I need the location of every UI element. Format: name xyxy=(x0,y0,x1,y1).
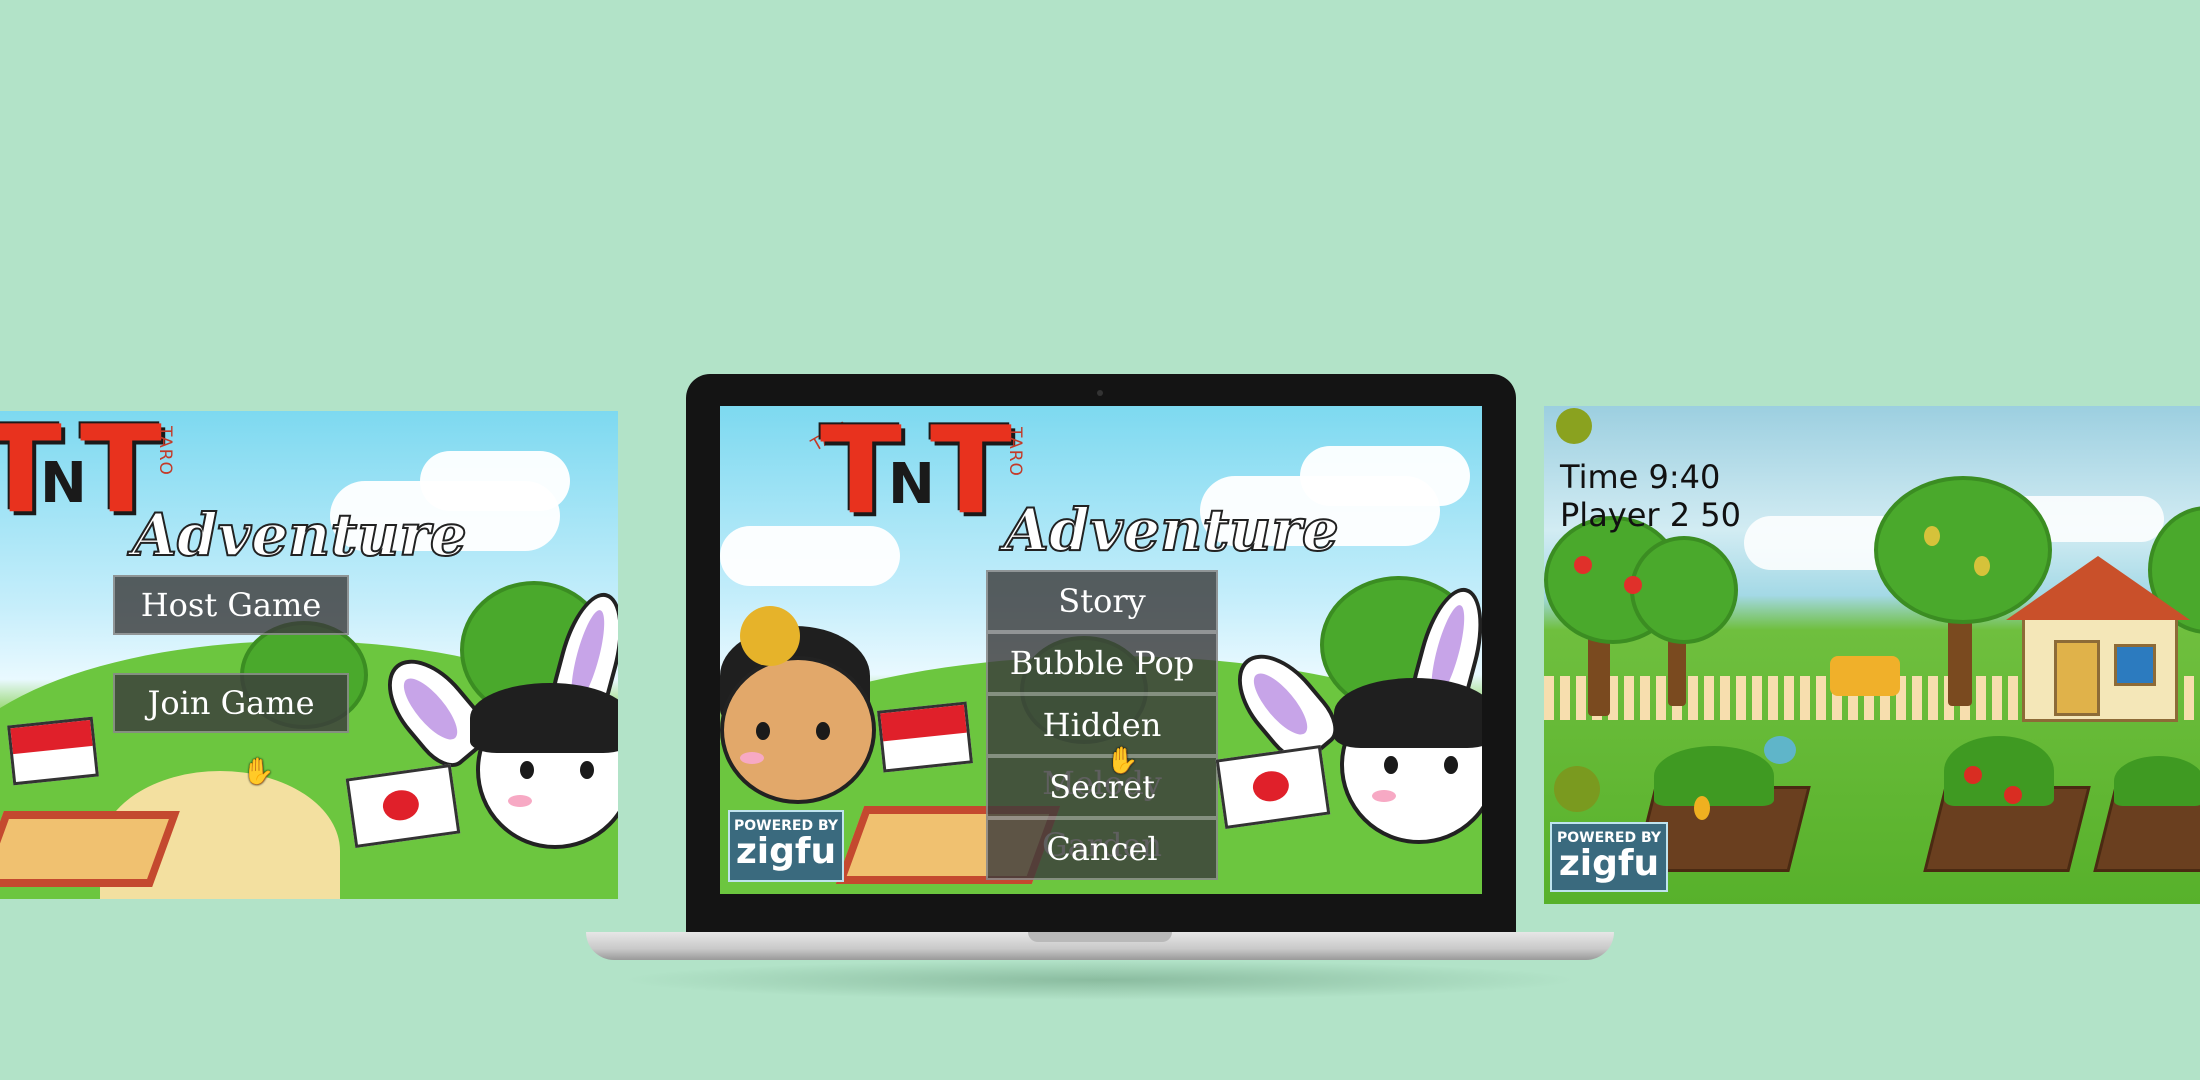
watering-can-icon xyxy=(1764,736,1796,764)
logo-letter-n: N xyxy=(888,452,935,517)
durian-icon xyxy=(1556,408,1592,444)
tomato-plant xyxy=(1944,736,2054,806)
japan-flag-icon xyxy=(1215,744,1331,830)
eye xyxy=(1444,756,1458,774)
left-game-screen: T N T TARO Adventure Host Game Join Game… xyxy=(0,411,618,899)
japan-flag-icon xyxy=(345,763,461,849)
logo-taro-text: TARO xyxy=(1004,427,1025,477)
blush xyxy=(1372,790,1396,802)
pear-icon xyxy=(1924,526,1940,546)
girl-character xyxy=(720,656,876,804)
indonesia-flag-icon xyxy=(7,716,99,786)
zigfu-logo: zigfu xyxy=(1558,843,1660,884)
hibiscus-flower-icon xyxy=(740,606,800,666)
durian-icon xyxy=(1554,766,1600,812)
wheelbarrow-icon xyxy=(1830,656,1900,696)
hand-cursor-icon: ✋ xyxy=(242,757,275,787)
boy-hair xyxy=(1334,678,1482,748)
pear-tree xyxy=(1630,536,1738,644)
timer-text: Time 9:40 xyxy=(1560,458,1721,496)
logo-taro-text: TARO xyxy=(154,426,175,476)
indonesia-flag-icon xyxy=(877,701,973,773)
house-window xyxy=(2114,644,2156,686)
tomato-icon xyxy=(2004,786,2022,804)
apple-icon xyxy=(1574,556,1592,574)
logo-adventure-text: Adventure xyxy=(131,500,468,570)
house-door xyxy=(2054,640,2100,716)
right-game-screen: Time 9:40 Player 2 50 POWERED BY zigfu xyxy=(1544,406,2200,904)
player-score-text: Player 2 50 xyxy=(1560,496,1741,534)
hand-cursor-icon: ✋ xyxy=(1106,746,1139,776)
apple-icon xyxy=(1624,576,1642,594)
story-button[interactable]: Story xyxy=(986,570,1218,632)
blush xyxy=(740,752,764,764)
logo-adventure-text: Adventure xyxy=(1003,495,1340,565)
blush xyxy=(508,795,532,807)
webcam-icon xyxy=(1097,390,1103,396)
eye xyxy=(756,722,770,740)
zigfu-logo: zigfu xyxy=(735,831,837,872)
bubble-pop-button[interactable]: Bubble Pop xyxy=(986,632,1218,694)
boy-hair xyxy=(470,683,618,753)
center-game-screen: TATA T N T TARO Adventure Story Bubble P… xyxy=(720,406,1482,894)
laptop-notch xyxy=(1028,932,1172,942)
house-roof xyxy=(2006,556,2190,620)
tomato-icon xyxy=(1964,766,1982,784)
secret-garden-button[interactable]: Secret Garden xyxy=(986,756,1218,864)
zigfu-badge: POWERED BY zigfu xyxy=(728,810,844,882)
pear-icon xyxy=(1974,556,1990,576)
pepper-icon xyxy=(1694,796,1710,820)
zigfu-badge: POWERED BY zigfu xyxy=(1550,822,1668,892)
laptop-shadow xyxy=(620,960,1580,1000)
eye xyxy=(816,722,830,740)
host-game-button[interactable]: Host Game xyxy=(113,575,349,635)
sandbox xyxy=(0,811,180,887)
eye xyxy=(520,761,534,779)
eye xyxy=(580,761,594,779)
hidden-melody-button[interactable]: Hidden Melody xyxy=(986,694,1218,802)
logo-letter-t: T xyxy=(930,406,1012,541)
join-game-button[interactable]: Join Game xyxy=(113,673,349,733)
vegetable-plant xyxy=(1654,746,1774,806)
vegetable-plant xyxy=(2114,756,2200,806)
cancel-button[interactable]: Cancel xyxy=(986,818,1218,880)
eye xyxy=(1384,756,1398,774)
